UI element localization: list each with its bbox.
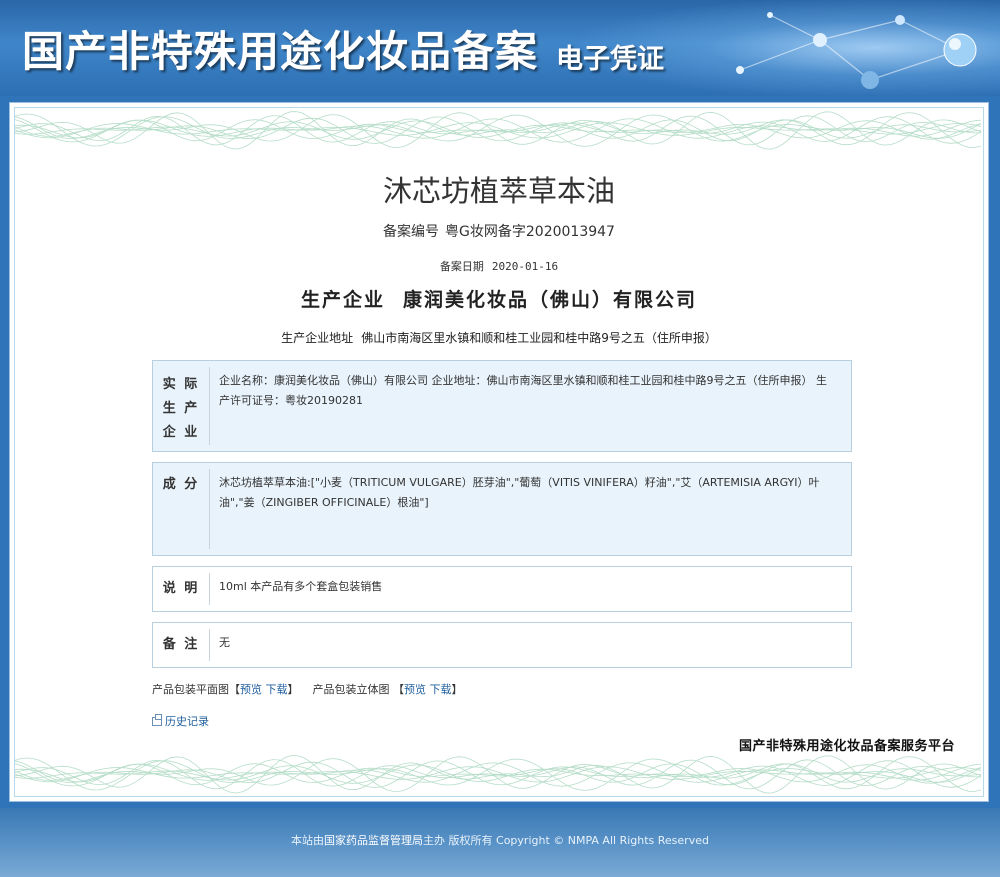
solid-image-preview-link[interactable]: 预览: [404, 683, 426, 696]
record-number-value: 粤G妆网备字2020013947: [445, 224, 615, 240]
remarks-section: 备 注 无: [152, 622, 852, 668]
history-link[interactable]: 历史记录: [152, 713, 209, 729]
description-text: 10ml 本产品有多个套盒包装销售: [219, 580, 383, 593]
manufacturer-address-label: 生产企业地址: [281, 331, 354, 345]
banner-subtitle: 电子凭证: [556, 44, 664, 75]
history-icon: [152, 714, 162, 726]
main-frame: 沐芯坊植萃草本油 备案编号 粤G妆网备字2020013947 备案日期 2020-0…: [0, 96, 1000, 808]
record-date-row: 备案日期 2020-01-16: [15, 258, 983, 274]
record-number-row: 备案编号 粤G妆网备字2020013947: [15, 221, 983, 241]
ingredients-text: 沐芯坊植萃草本油:["小麦（TRITICUM VULGARE）胚芽油","葡萄（…: [219, 476, 820, 509]
certificate: 沐芯坊植萃草本油 备案编号 粤G妆网备字2020013947 备案日期 2020-0…: [14, 107, 984, 797]
ingredients-label: 成 分: [162, 477, 200, 492]
certificate-paper: 沐芯坊植萃草本油 备案编号 粤G妆网备字2020013947 备案日期 2020-0…: [9, 102, 989, 802]
flat-image-label: 产品包装平面图: [152, 683, 229, 696]
footer: 本站由国家药品监督管理局主办 版权所有 Copyright © NMPA All…: [0, 808, 1000, 877]
manufacturer-value: 康润美化妆品（佛山）有限公司: [403, 289, 698, 311]
molecule-decoration-icon: [736, 12, 977, 89]
product-name: 沐芯坊植萃草本油: [382, 174, 615, 208]
guilloche-top-decoration: [15, 111, 982, 150]
banner-title: 国产非特殊用途化妆品备案: [22, 27, 539, 76]
history-label[interactable]: 历史记录: [165, 715, 209, 728]
separator: [209, 469, 210, 549]
solid-image-download-link[interactable]: 下载: [430, 683, 452, 696]
separator: [209, 367, 210, 445]
guilloche-bottom-decoration: [15, 755, 982, 794]
footer-org: 国家药品监督管理局: [324, 834, 424, 847]
separator: [209, 573, 210, 605]
flat-image-download-link[interactable]: 下载: [266, 683, 288, 696]
manufacturer-address-row: 生产企业地址 佛山市南海区里水镇和顺和桂工业园和桂中路9号之五（住所申报）: [15, 329, 983, 346]
flat-image-preview-link[interactable]: 预览: [240, 683, 262, 696]
record-date-label: 备案日期: [439, 260, 484, 273]
description-section: 说 明 10ml 本产品有多个套盒包装销售: [152, 566, 852, 612]
actual-producer-label: 实 际 生 产 企 业: [162, 377, 200, 440]
platform-name: 国产非特殊用途化妆品备案服务平台: [738, 739, 955, 754]
description-label: 说 明: [162, 581, 200, 596]
header-banner: 国产非特殊用途化妆品备案 电子凭证: [0, 0, 1000, 96]
record-date-value: 2020-01-16: [491, 260, 559, 273]
actual-producer-section: 实 际 生 产 企 业 企业名称：康润美化妆品（佛山）有限公司 企业地址：佛山市…: [152, 360, 852, 452]
footer-copyright: 本站由国家药品监督管理局主办 版权所有 Copyright © NMPA All…: [291, 834, 709, 847]
record-number-label: 备案编号: [383, 224, 440, 240]
remarks-text: 无: [219, 636, 230, 649]
manufacturer-row: 生产企业 康润美化妆品（佛山）有限公司: [15, 285, 983, 312]
package-image-links: 产品包装平面图【预览 下载】 产品包装立体图 【预览 下载】: [152, 683, 463, 696]
separator: [209, 629, 210, 661]
actual-producer-text: 企业名称：康润美化妆品（佛山）有限公司 企业地址：佛山市南海区里水镇和顺和桂工业…: [219, 374, 827, 407]
remarks-label: 备 注: [162, 637, 200, 652]
solid-image-label: 产品包装立体图: [312, 683, 390, 696]
manufacturer-label: 生产企业: [300, 289, 385, 311]
manufacturer-address-value: 佛山市南海区里水镇和顺和桂工业园和桂中路9号之五（住所申报）: [361, 331, 717, 345]
ingredients-section: 成 分 沐芯坊植萃草本油:["小麦（TRITICUM VULGARE）胚芽油",…: [152, 462, 852, 556]
